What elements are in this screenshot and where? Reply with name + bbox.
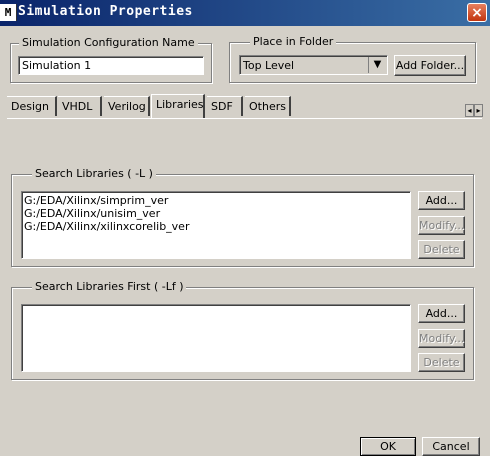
chevron-down-icon[interactable]: ▼	[368, 57, 386, 73]
cancel-button[interactable]: Cancel	[422, 437, 480, 456]
tab-others[interactable]: Others	[245, 96, 291, 116]
window-title: Simulation Properties	[18, 4, 193, 19]
delete-library-first-button[interactable]: Delete	[418, 353, 465, 372]
search-libraries-first-label: Search Libraries First ( -Lf )	[32, 280, 187, 293]
list-item[interactable]: G:/EDA/Xilinx/unisim_ver	[24, 207, 160, 220]
search-libraries-list[interactable]: G:/EDA/Xilinx/simprim_ver G:/EDA/Xilinx/…	[21, 191, 411, 259]
title-bar[interactable]: M Simulation Properties ×	[0, 0, 490, 26]
tab-sdf[interactable]: SDF	[207, 96, 243, 116]
tab-scroll-left-icon[interactable]: ◂	[465, 104, 474, 117]
add-library-first-button[interactable]: Add...	[418, 304, 465, 323]
tab-verilog[interactable]: Verilog	[104, 96, 150, 116]
config-name-group: Simulation Configuration Name Simulation…	[10, 36, 212, 83]
search-libraries-first-group: Search Libraries First ( -Lf ) Add... Mo…	[11, 280, 474, 380]
ok-button[interactable]: OK	[360, 437, 416, 456]
search-libraries-label: Search Libraries ( -L )	[32, 167, 156, 180]
config-name-label: Simulation Configuration Name	[19, 36, 198, 49]
modify-library-button[interactable]: Modify...	[418, 216, 465, 235]
modify-library-first-button[interactable]: Modify...	[418, 329, 465, 348]
place-in-folder-label: Place in Folder	[250, 35, 337, 48]
tab-design[interactable]: Design	[7, 96, 57, 116]
close-button[interactable]: ×	[467, 3, 487, 22]
search-libraries-group: Search Libraries ( -L ) G:/EDA/Xilinx/si…	[11, 167, 474, 267]
place-in-folder-group: Place in Folder Top Level ▼ Add Folder..…	[229, 35, 476, 83]
delete-library-button[interactable]: Delete	[418, 240, 465, 259]
list-item[interactable]: G:/EDA/Xilinx/xilinxcorelib_ver	[24, 220, 189, 233]
add-library-button[interactable]: Add...	[418, 191, 465, 210]
tab-scroll-right-icon[interactable]: ▸	[474, 104, 483, 117]
list-item[interactable]: G:/EDA/Xilinx/simprim_ver	[24, 194, 168, 207]
add-folder-button[interactable]: Add Folder...	[394, 55, 466, 76]
folder-select[interactable]: Top Level ▼	[239, 55, 388, 75]
tab-vhdl[interactable]: VHDL	[58, 96, 102, 116]
config-name-input[interactable]: Simulation 1	[18, 56, 204, 75]
app-icon: M	[0, 4, 17, 21]
tab-divider	[7, 118, 482, 119]
search-libraries-first-list[interactable]	[21, 304, 411, 372]
folder-select-value: Top Level	[243, 59, 295, 72]
tab-libraries[interactable]: Libraries	[151, 94, 205, 118]
